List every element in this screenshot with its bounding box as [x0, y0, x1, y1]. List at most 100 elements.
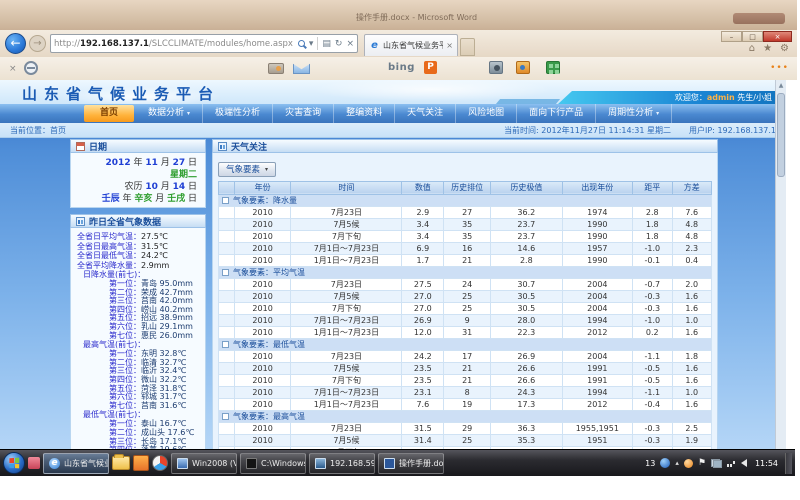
- column-header: 时间: [291, 181, 402, 194]
- table-group-row[interactable]: 气象要素：最低气温: [219, 338, 712, 350]
- sphere-app-icon[interactable]: [152, 455, 168, 471]
- stat-row: 全省日最低气温：24.2℃: [77, 251, 203, 261]
- table-group-row[interactable]: 气象要素：平均气温: [219, 266, 712, 278]
- taskbar-window-button[interactable]: C:\Windows\s...: [240, 453, 306, 474]
- camera-icon[interactable]: [489, 61, 503, 74]
- scroll-up-arrow[interactable]: ▲: [776, 80, 786, 91]
- table-row[interactable]: 20107月下旬27.02530.52004-0.31.6: [219, 302, 712, 314]
- network-icon[interactable]: [727, 459, 736, 467]
- home-button[interactable]: ⌂: [749, 43, 755, 54]
- table-row[interactable]: 20107月23日27.52430.72004-0.72.0: [219, 278, 712, 290]
- nav-item[interactable]: 整编资料: [334, 104, 395, 123]
- element-filter-button[interactable]: 气象要素 ▾: [218, 162, 276, 177]
- stat-label: 全省日平均气温：: [77, 232, 141, 241]
- table-row[interactable]: 20107月1日～7月23日23.1824.31994-1.11.0: [219, 386, 712, 398]
- explorer-icon[interactable]: [112, 456, 130, 470]
- table-group-row[interactable]: 气象要素：最高气温: [219, 410, 712, 422]
- maximize-button[interactable]: □: [742, 31, 763, 42]
- rank-label: 第六位：: [109, 322, 141, 331]
- collapse-box-icon[interactable]: [222, 269, 229, 276]
- divider: [317, 37, 318, 50]
- collapse-box-icon[interactable]: [222, 413, 229, 420]
- compatibility-view-icon[interactable]: ▤: [322, 39, 331, 49]
- table-row[interactable]: 20107月5候23.52126.61991-0.51.6: [219, 362, 712, 374]
- address-bar[interactable]: http://192.168.137.1/SLCCLIMATE/modules/…: [50, 34, 358, 53]
- scrollbar-thumb[interactable]: [777, 93, 785, 177]
- search-icon[interactable]: [298, 40, 305, 47]
- nav-item[interactable]: 灾害查询: [273, 104, 334, 123]
- calendar-icon: [76, 142, 85, 151]
- table-cell: 2010: [234, 422, 291, 434]
- nav-item[interactable]: 周期性分析▾: [596, 104, 672, 123]
- p-badge-icon[interactable]: P: [424, 61, 437, 74]
- tray-expand-icon[interactable]: ▴: [675, 459, 679, 467]
- table-row[interactable]: 20107月5候3.43523.719901.84.8: [219, 218, 712, 230]
- stop-button[interactable]: ×: [346, 39, 354, 49]
- table-row[interactable]: 20107月23日31.52936.31955,1951-0.32.5: [219, 422, 712, 434]
- stat-value: 27.5℃: [141, 232, 168, 241]
- table-row[interactable]: 20107月1日～7月23日26.9928.01994-1.01.0: [219, 314, 712, 326]
- table-cell: 7月23日: [291, 350, 402, 362]
- nav-item[interactable]: 极端性分析: [203, 104, 273, 123]
- back-button[interactable]: ←: [5, 33, 26, 54]
- new-tab-button[interactable]: [460, 38, 475, 56]
- favorites-button[interactable]: ★: [763, 43, 772, 54]
- more-options-button[interactable]: •••: [770, 63, 789, 73]
- addons-puzzle-icon[interactable]: [546, 61, 560, 74]
- nav-item[interactable]: 面向下行产品: [517, 104, 596, 123]
- tab-close-button[interactable]: ×: [446, 41, 453, 50]
- table-row[interactable]: 20107月5候27.02530.52004-0.31.6: [219, 290, 712, 302]
- system-tray: 13 ▴ ⚑ 11:54: [645, 458, 782, 468]
- minimize-button[interactable]: –: [721, 31, 742, 42]
- refresh-button[interactable]: ↻: [335, 39, 343, 49]
- table-cell: 1990: [562, 218, 632, 230]
- table-group-row[interactable]: 气象要素：降水量: [219, 194, 712, 206]
- toolbar-close-button[interactable]: ×: [9, 64, 17, 74]
- table-row[interactable]: 20101月1日～7月23日1.7212.81990-0.10.4: [219, 254, 712, 266]
- display-icon[interactable]: [711, 459, 722, 468]
- action-center-flag-icon[interactable]: ⚑: [698, 458, 706, 468]
- search-caret-icon[interactable]: ▾: [309, 39, 314, 49]
- tray-ime-icon[interactable]: [684, 459, 693, 468]
- main-panel-header: 天气关注: [212, 139, 718, 153]
- group-label: 气象要素：最高气温: [233, 412, 305, 421]
- browser-scrollbar[interactable]: ▲ ▼: [775, 80, 786, 476]
- taskbar-window-button[interactable]: 操作手册.docx ...: [378, 453, 444, 474]
- close-button[interactable]: ×: [763, 31, 792, 42]
- taskbar-ie-button[interactable]: e 山东省气候业...: [43, 453, 109, 474]
- volume-icon[interactable]: [741, 459, 747, 467]
- orange-app-icon[interactable]: [133, 455, 149, 471]
- taskbar-window-button[interactable]: Win2008 (VS2...: [171, 453, 237, 474]
- nav-item[interactable]: 天气关注: [395, 104, 456, 123]
- nav-item[interactable]: 数据分析▾: [136, 104, 203, 123]
- browser-tab[interactable]: e 山东省气候业务平... ×: [364, 34, 458, 56]
- table-row[interactable]: 20107月下旬23.52126.61991-0.51.6: [219, 374, 712, 386]
- pinned-app-icon[interactable]: [28, 457, 40, 469]
- table-row[interactable]: 20107月23日2.92736.219742.87.6: [219, 206, 712, 218]
- collapse-box-icon[interactable]: [222, 197, 229, 204]
- table-row[interactable]: 20107月下旬3.43523.719901.84.8: [219, 230, 712, 242]
- start-button[interactable]: [3, 452, 25, 474]
- stat-value: 2.9mm: [141, 261, 169, 270]
- stat-row: 全省日最高气温：31.5℃: [77, 242, 203, 252]
- tray-sphere-icon[interactable]: [660, 458, 670, 468]
- table-row[interactable]: 20107月1日～7月23日6.91614.61957-1.02.3: [219, 242, 712, 254]
- forward-button[interactable]: →: [29, 35, 46, 52]
- ranking-item: 第七位：惠民 26.0mm: [77, 332, 203, 341]
- envelope-icon[interactable]: [293, 62, 310, 74]
- table-row[interactable]: 20107月5候31.42535.31951-0.31.9: [219, 434, 712, 446]
- card-reader-icon[interactable]: [268, 63, 284, 74]
- tray-badge[interactable]: 13: [645, 459, 655, 468]
- taskbar-window-button[interactable]: 192.168.59.99...: [309, 453, 375, 474]
- share-icon[interactable]: [516, 61, 530, 74]
- show-desktop-button[interactable]: [785, 453, 792, 474]
- taskbar-clock[interactable]: 11:54: [755, 459, 778, 468]
- table-row[interactable]: 20101月1日～7月23日7.61917.32012-0.41.6: [219, 398, 712, 410]
- nav-item[interactable]: 风险地图: [456, 104, 517, 123]
- collapse-box-icon[interactable]: [222, 341, 229, 348]
- table-cell: 9: [444, 314, 491, 326]
- nav-item[interactable]: 首页: [84, 105, 134, 122]
- table-row[interactable]: 20101月1日～7月23日12.03122.320120.21.6: [219, 326, 712, 338]
- tools-button[interactable]: ⚙: [780, 43, 789, 54]
- table-row[interactable]: 20107月23日24.21726.92004-1.11.8: [219, 350, 712, 362]
